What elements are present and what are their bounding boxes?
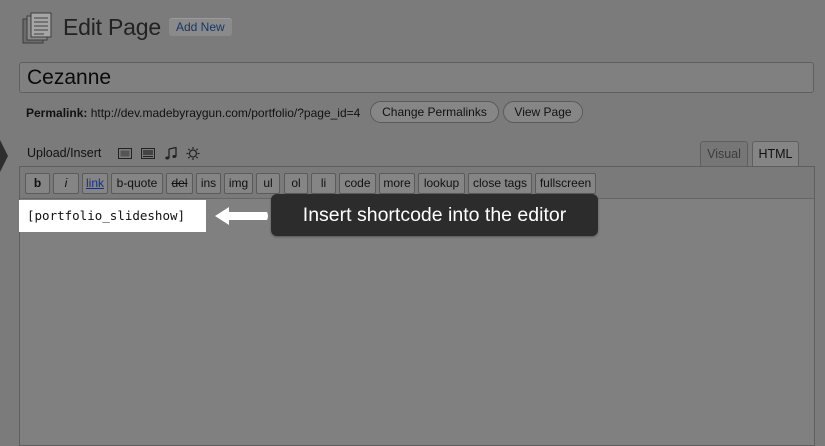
- callout-tooltip: Insert shortcode into the editor: [271, 194, 598, 236]
- qt-more-button[interactable]: more: [379, 173, 415, 194]
- video-icon[interactable]: [141, 147, 155, 160]
- permalink-url: http://dev.madebyraygun.com/portfolio/?p…: [90, 106, 361, 120]
- qt-fullscreen-button[interactable]: fullscreen: [535, 173, 596, 194]
- tab-visual[interactable]: Visual: [700, 141, 748, 166]
- permalink-label: Permalink:: [26, 106, 88, 120]
- qt-ol-button[interactable]: ol: [284, 173, 308, 194]
- tab-html[interactable]: HTML: [752, 141, 799, 166]
- qt-bold-button[interactable]: b: [25, 173, 50, 194]
- qt-li-button[interactable]: li: [311, 173, 336, 194]
- qt-italic-button[interactable]: i: [53, 173, 79, 194]
- permalink-row: Permalink: http://dev.madebyraygun.com/p…: [26, 106, 360, 120]
- arrow-left-icon: [215, 207, 268, 225]
- view-page-button[interactable]: View Page: [503, 101, 583, 123]
- pages-icon: [22, 12, 52, 44]
- qt-del-button[interactable]: del: [166, 173, 193, 194]
- image-icon[interactable]: [118, 147, 132, 160]
- page-title: Edit Page: [63, 14, 161, 40]
- qt-link-button[interactable]: link: [82, 173, 108, 194]
- editor-content[interactable]: [portfolio_slideshow]: [27, 208, 185, 223]
- media-icon[interactable]: [186, 147, 200, 160]
- change-permalinks-button[interactable]: Change Permalinks: [370, 101, 499, 123]
- qt-blockquote-button[interactable]: b-quote: [111, 173, 163, 194]
- qt-ul-button[interactable]: ul: [256, 173, 280, 194]
- qt-img-button[interactable]: img: [224, 173, 253, 194]
- qt-lookup-button[interactable]: lookup: [418, 173, 465, 194]
- audio-icon[interactable]: [164, 147, 178, 160]
- add-new-button[interactable]: Add New: [169, 18, 232, 36]
- qt-code-button[interactable]: code: [339, 173, 376, 194]
- qt-close-tags-button[interactable]: close tags: [468, 173, 532, 194]
- qt-ins-button[interactable]: ins: [196, 173, 221, 194]
- post-title-input[interactable]: Cezanne: [19, 62, 814, 93]
- upload-insert-label: Upload/Insert: [27, 146, 102, 160]
- side-arrow-icon: [0, 140, 8, 172]
